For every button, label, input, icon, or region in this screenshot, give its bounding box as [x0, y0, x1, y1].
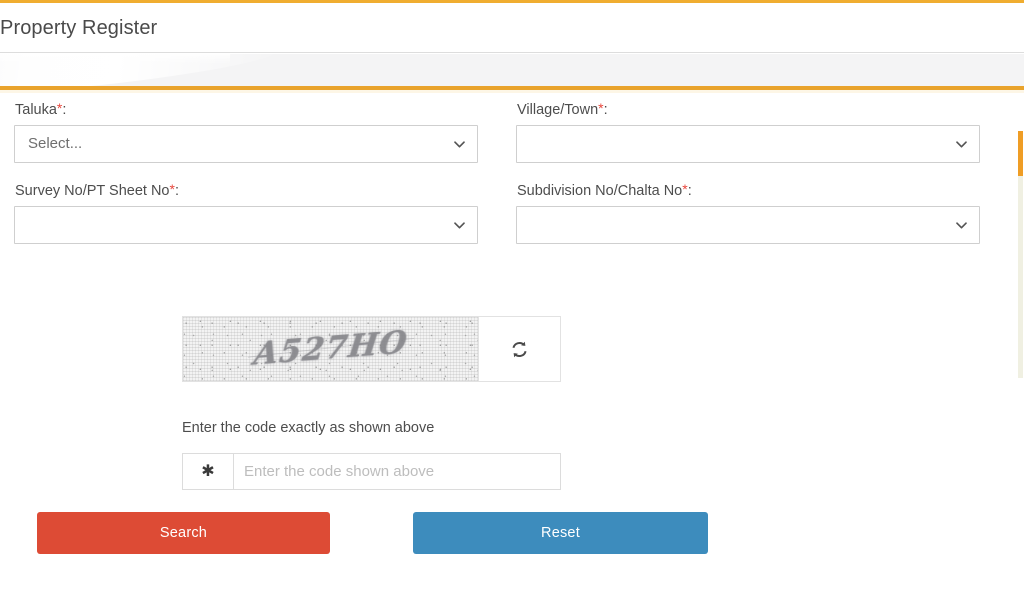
captcha-block: A527HO Enter the code exactly as shown a…: [182, 316, 561, 490]
captcha-input-group: ✱: [182, 453, 561, 490]
field-label: Taluka*:: [15, 100, 478, 119]
required-asterisk: *: [56, 100, 63, 116]
field-label-colon: :: [687, 183, 692, 199]
header-subband-decoration: [0, 54, 1024, 86]
captcha-container: A527HO: [182, 316, 561, 382]
property-search-form: Taluka*: Select... Village/Town*: Survey…: [0, 100, 1024, 262]
page-title: Property Register: [0, 17, 158, 39]
required-asterisk: *: [598, 100, 604, 116]
captcha-input[interactable]: [233, 453, 561, 490]
field-label-text: Taluka: [15, 102, 57, 118]
field-label-text: Subdivision No/Chalta No: [517, 183, 683, 199]
field-label-colon: :: [62, 102, 67, 118]
select-wrapper: Select...: [14, 125, 478, 163]
required-asterisk: *: [169, 181, 175, 197]
page-root: Property Register Taluka*: Select... Vil…: [0, 0, 1024, 594]
field-label: Subdivision No/Chalta No*:: [517, 181, 980, 200]
field-subdivision-no: Subdivision No/Chalta No*:: [516, 181, 980, 244]
field-label-colon: :: [603, 102, 608, 118]
asterisk-icon: ✱: [182, 453, 233, 490]
refresh-icon: [510, 340, 529, 359]
field-taluka: Taluka*: Select...: [14, 100, 478, 163]
captcha-image: A527HO: [183, 317, 478, 381]
survey-no-select[interactable]: [14, 206, 478, 244]
taluka-select[interactable]: Select...: [14, 125, 478, 163]
captcha-hint-label: Enter the code exactly as shown above: [182, 420, 435, 436]
field-label: Survey No/PT Sheet No*:: [15, 181, 478, 200]
select-wrapper: [516, 125, 980, 163]
select-wrapper: [14, 206, 478, 244]
subdivision-no-select[interactable]: [516, 206, 980, 244]
captcha-refresh-button[interactable]: [478, 317, 560, 381]
field-label-colon: :: [174, 183, 179, 199]
field-label-text: Survey No/PT Sheet No: [15, 183, 170, 199]
field-survey-no: Survey No/PT Sheet No*:: [14, 181, 478, 244]
required-asterisk: *: [682, 181, 688, 197]
page-header: Property Register: [0, 3, 1024, 53]
form-row: Survey No/PT Sheet No*: Subdivision No/C…: [0, 181, 1024, 262]
field-label: Village/Town*:: [517, 100, 980, 119]
subband-accent-soft: [0, 90, 1024, 93]
village-town-select[interactable]: [516, 125, 980, 163]
form-row: Taluka*: Select... Village/Town*:: [0, 100, 1024, 181]
reset-button[interactable]: Reset: [413, 512, 708, 554]
select-wrapper: [516, 206, 980, 244]
search-button[interactable]: Search: [37, 512, 330, 554]
captcha-code-text: A527HO: [251, 323, 410, 373]
field-village-town: Village/Town*:: [516, 100, 980, 163]
form-actions: Search Reset: [0, 512, 1024, 558]
field-label-text: Village/Town: [517, 102, 599, 118]
